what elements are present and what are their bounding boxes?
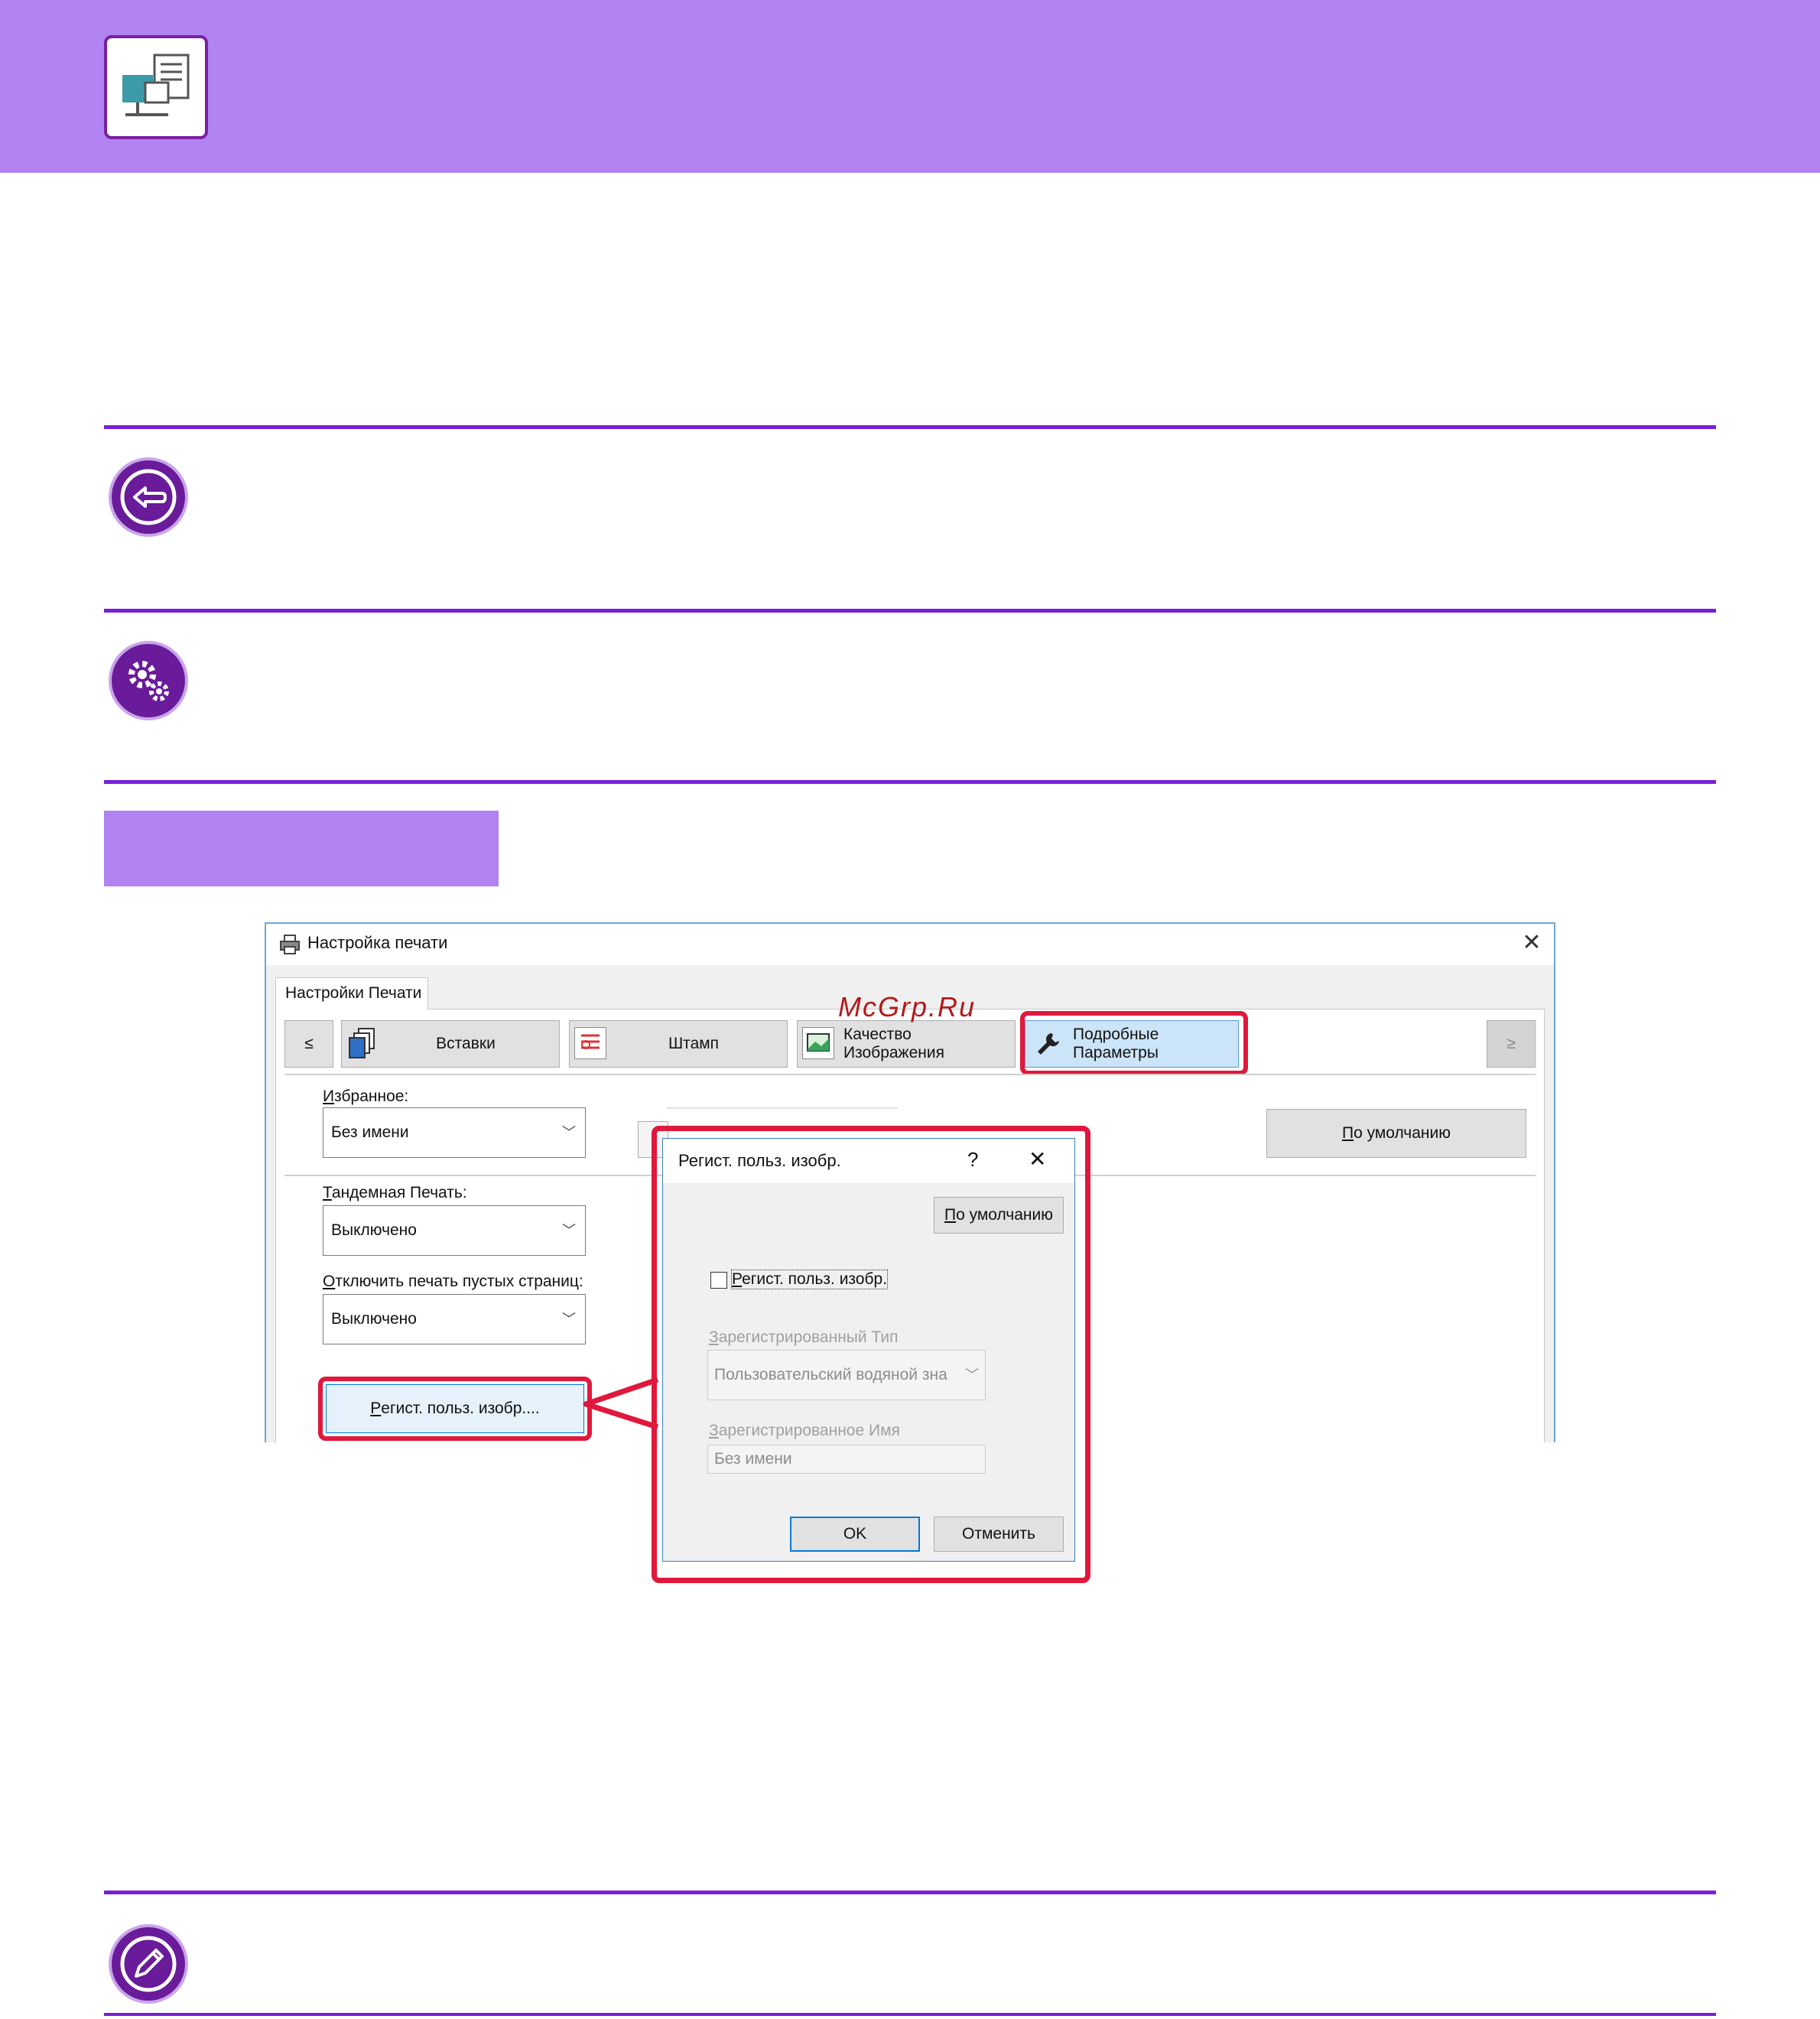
toolbar-separator (284, 1074, 1536, 1075)
registered-type-label: Зарегистрированный Тип (709, 1328, 899, 1346)
favorites-label: Избранное: (323, 1088, 409, 1105)
divider-rule (104, 425, 1716, 429)
toolbar-stamp-button[interactable]: Штамп (569, 1020, 788, 1068)
hidden-control-fragment (667, 1107, 898, 1109)
pencil-icon (112, 1927, 185, 2001)
divider-rule (104, 1891, 1716, 1894)
image-quality-icon (802, 1027, 834, 1059)
toolbar-prev-button[interactable]: ≤ (284, 1020, 333, 1068)
dialog-close-button[interactable]: ✕ (1029, 1146, 1046, 1172)
toolbar-inserts-button[interactable]: Вставки (341, 1020, 560, 1068)
highlight-custom-image (318, 1377, 592, 1441)
registered-name-field[interactable]: Без имени (707, 1445, 986, 1474)
registered-type-combo[interactable]: Пользовательский водяной зна ﹀ (707, 1350, 986, 1400)
printer-doc-icon (104, 35, 208, 139)
dialog-help-button[interactable]: ? (967, 1148, 978, 1172)
register-image-checkbox[interactable] (710, 1272, 727, 1289)
highlight-advanced (1020, 1011, 1248, 1075)
skip-blank-value: Выключено (331, 1310, 417, 1328)
section-heading-tab (104, 811, 499, 886)
image-quality-label: Качество Изображения (843, 1026, 944, 1062)
toolbar-next-button[interactable]: ≥ (1487, 1020, 1536, 1068)
favorites-value: Без имени (331, 1123, 409, 1141)
divider-rule (104, 2013, 1716, 2016)
window-close-button[interactable]: ✕ (1517, 928, 1546, 957)
window-defaults-button[interactable]: По умолчанию (1266, 1109, 1526, 1158)
chevron-down-icon: ﹀ (562, 1312, 576, 1327)
registered-type-value: Пользовательский водяной зна (714, 1366, 947, 1383)
favorites-combo[interactable]: Без имени ﹀ (323, 1107, 586, 1158)
dialog-cancel-button[interactable]: Отменить (934, 1517, 1064, 1552)
register-image-checkbox-label[interactable]: Регист. польз. изобр. (730, 1270, 889, 1289)
stamp-icon (574, 1027, 606, 1059)
divider-rule (104, 780, 1716, 784)
dialog-ok-button[interactable]: OK (790, 1517, 920, 1552)
chevron-down-icon: ﹀ (562, 1223, 576, 1238)
back-arrow-icon (112, 460, 185, 534)
dialog-defaults-button[interactable]: По умолчанию (934, 1197, 1064, 1234)
tab-print-settings[interactable]: Настройки Печати (275, 977, 428, 1010)
custom-image-dialog: Регист. польз. изобр. ? ✕ По умолчанию Р… (662, 1138, 1075, 1562)
tandem-combo[interactable]: Выключено ﹀ (323, 1205, 586, 1256)
skip-blank-label: Отключить печать пустых страниц: (323, 1273, 583, 1290)
window-title: Настройка печати (307, 933, 448, 952)
divider-rule (104, 609, 1716, 613)
inserts-label: Вставки (436, 1035, 496, 1052)
chevron-down-icon: ﹀ (965, 1367, 979, 1383)
watermark: McGrp.Ru (838, 991, 977, 1023)
registered-name-label: Зарегистрированное Имя (709, 1422, 900, 1439)
tandem-label: Тандемная Печать: (323, 1184, 467, 1201)
tandem-value: Выключено (331, 1221, 417, 1239)
chevron-down-icon: ﹀ (562, 1125, 576, 1140)
stamp-label: Штамп (668, 1035, 720, 1052)
skip-blank-combo[interactable]: Выключено ﹀ (323, 1294, 586, 1344)
dialog-title: Регист. польз. изобр. (678, 1151, 841, 1170)
header-bar (0, 0, 1820, 173)
printer-icon (278, 933, 301, 960)
toolbar-image-quality-button[interactable]: Качество Изображения (797, 1020, 1016, 1068)
inserts-icon (346, 1027, 379, 1059)
window-titlebar: Настройка печати ✕ (266, 924, 1554, 965)
gears-icon (112, 644, 185, 717)
